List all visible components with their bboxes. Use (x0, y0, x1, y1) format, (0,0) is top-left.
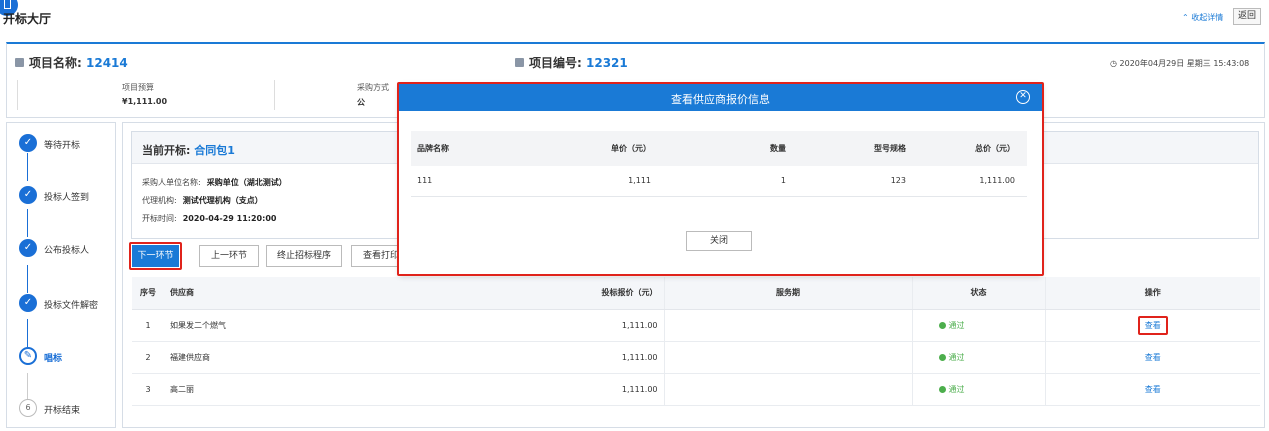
package-title-label: 当前开标: (142, 144, 191, 157)
cell-status: 通过 (912, 373, 1046, 406)
prev-step-button[interactable]: 上一环节 (199, 245, 259, 267)
terminate-button[interactable]: 终止招标程序 (266, 245, 342, 267)
document-icon (15, 58, 24, 67)
agency-label: 代理机构: (142, 196, 177, 205)
check-icon: ✓ (19, 239, 37, 257)
cell-service (664, 373, 913, 406)
cell-op: 查看 (1045, 309, 1260, 342)
cell-service (664, 341, 913, 374)
cell-supplier: 福建供应商 (164, 341, 364, 374)
open-time-row: 开标时间: 2020-04-29 11:20:00 (142, 213, 276, 224)
page-title: 开标大厅 (3, 12, 52, 26)
divider (17, 80, 18, 110)
datetime-text: 2020年04月29日 星期三 15:43:08 (1119, 59, 1250, 68)
project-name-value: 12414 (86, 56, 128, 70)
cell-seq: 2 (132, 341, 164, 374)
table-row: 3 高二丽 1,111.00 通过 查看 (132, 373, 1260, 406)
check-icon: ✓ (19, 134, 37, 152)
agency-row: 代理机构: 测试代理机构（支点） (142, 195, 263, 206)
purchaser-value: 采购单位（湖北测试） (206, 178, 287, 187)
collapse-details-link[interactable]: ⌃ 收起详情 (1182, 12, 1223, 23)
cell-op: 查看 (1045, 341, 1260, 374)
table-row: 1 如果发二个燃气 1,111.00 通过 查看 (132, 309, 1260, 342)
step-label: 开标结束 (44, 406, 81, 416)
cell-seq: 1 (132, 309, 164, 342)
agency-value: 测试代理机构（支点） (182, 196, 263, 205)
collapse-label: 收起详情 (1191, 13, 1224, 22)
cell-price: 1,111.00 (364, 309, 665, 342)
cell-supplier: 高二丽 (164, 373, 364, 406)
budget-label: 项目预算 (122, 83, 154, 92)
bid-table: 序号 供应商 投标报价（元） 服务期 状态 操作 1 如果发二个燃气 1,111… (132, 277, 1260, 406)
document-icon (515, 58, 524, 67)
step-connector (27, 209, 28, 237)
view-link[interactable]: 查看 (1137, 315, 1168, 335)
project-name: 项目名称: 12414 (15, 54, 128, 71)
project-code-label: 项目编号: (529, 56, 582, 70)
cell-seq: 3 (132, 373, 164, 406)
step-label: 投标文件解密 (44, 301, 99, 311)
step-number: 6 (19, 399, 37, 417)
step-label: 唱标 (44, 354, 63, 364)
clock-icon: ◷ (1110, 59, 1117, 68)
method-value: 公 (357, 98, 365, 107)
col-price: 投标报价（元） (364, 277, 665, 310)
check-icon: ✓ (19, 294, 37, 312)
package-title: 当前开标: 合同包1 (142, 142, 235, 158)
purchaser-row: 采购人单位名称: 采购单位（湖北测试） (142, 177, 287, 188)
chevron-up-icon: ⌃ (1182, 13, 1189, 22)
view-link[interactable]: 查看 (1145, 385, 1161, 394)
status-dot-icon (938, 321, 946, 329)
col-op: 操作 (1045, 277, 1260, 310)
pen-icon: ✎ (19, 347, 37, 365)
table-header-row: 序号 供应商 投标报价（元） 服务期 状态 操作 (132, 277, 1260, 310)
steps-sidebar: ✓ 等待开标 ✓ 投标人签到 ✓ 公布投标人 ✓ 投标文件解密 ✎ 唱标 6 开… (6, 122, 116, 428)
purchaser-label: 采购人单位名称: (142, 178, 201, 187)
divider (274, 80, 275, 110)
cell-status: 通过 (912, 341, 1046, 374)
open-time-value: 2020-04-29 11:20:00 (182, 214, 277, 223)
status-text: 通过 (948, 352, 965, 362)
back-button[interactable]: 返回 (1233, 8, 1261, 25)
project-code: 项目编号: 12321 (515, 54, 628, 71)
check-icon: ✓ (19, 186, 37, 204)
view-link[interactable]: 查看 (1145, 353, 1161, 362)
package-title-value: 合同包1 (194, 144, 235, 157)
cell-supplier: 如果发二个燃气 (164, 309, 364, 342)
status-dot-icon (938, 385, 946, 393)
step-label: 等待开标 (44, 141, 81, 151)
cell-price: 1,111.00 (364, 373, 665, 406)
cell-service (664, 309, 913, 342)
cell-status: 通过 (912, 309, 1046, 342)
col-seq: 序号 (132, 277, 164, 310)
step-connector (27, 319, 28, 347)
highlight-outline (129, 242, 182, 270)
col-supplier: 供应商 (164, 277, 364, 310)
cell-price: 1,111.00 (364, 341, 665, 374)
step-label: 公布投标人 (44, 246, 90, 256)
project-code-value: 12321 (586, 56, 628, 70)
open-time-label: 开标时间: (142, 214, 177, 223)
cell-op: 查看 (1045, 373, 1260, 406)
step-connector (27, 265, 28, 293)
budget-value: ¥1,111.00 (122, 97, 168, 106)
status-text: 通过 (948, 384, 965, 394)
step-label: 投标人签到 (44, 193, 90, 203)
method-label: 采购方式 (357, 83, 389, 92)
current-datetime: ◷ 2020年04月29日 星期三 15:43:08 (1110, 58, 1249, 69)
col-service: 服务期 (664, 277, 913, 310)
highlight-outline (397, 82, 1044, 276)
col-status: 状态 (912, 277, 1046, 310)
step-connector (27, 153, 28, 181)
status-text: 通过 (948, 320, 965, 330)
project-name-label: 项目名称: (29, 56, 82, 70)
top-bar: 开标大厅 ⌃ 收起详情 返回 (0, 0, 1269, 36)
table-row: 2 福建供应商 1,111.00 通过 查看 (132, 341, 1260, 374)
status-dot-icon (938, 353, 946, 361)
